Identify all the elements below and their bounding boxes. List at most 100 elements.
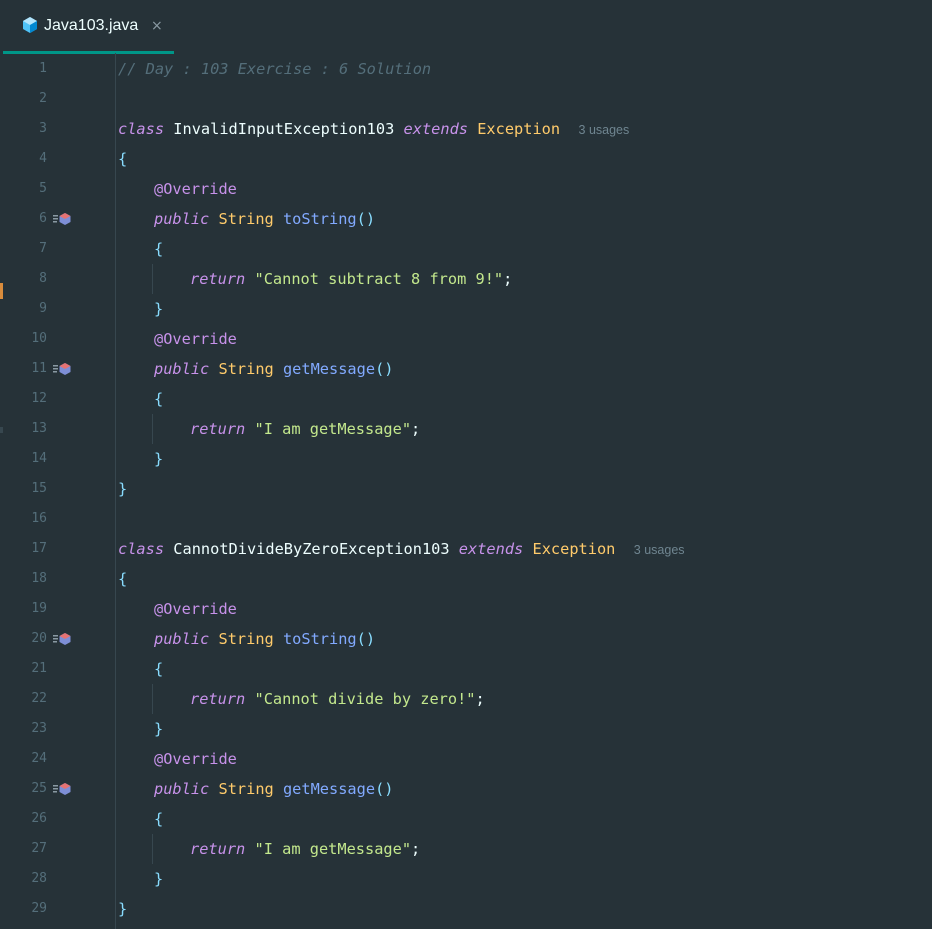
line-number: 13 bbox=[31, 421, 47, 436]
code-content: } bbox=[118, 474, 127, 504]
overrides-method-icon[interactable] bbox=[52, 362, 72, 376]
overrides-method-icon[interactable] bbox=[52, 212, 72, 226]
code-line[interactable]: 13 return "I am getMessage"; bbox=[0, 414, 932, 444]
line-number: 11 bbox=[31, 361, 47, 376]
code-content: return "I am getMessage"; bbox=[190, 834, 420, 864]
keyword-return: return bbox=[190, 270, 246, 288]
code-line[interactable]: 6 public String toString() bbox=[0, 204, 932, 234]
tab-java103[interactable]: Java103.java × bbox=[3, 0, 174, 54]
code-line[interactable]: 18 { bbox=[0, 564, 932, 594]
superclass-name: Exception bbox=[477, 120, 561, 138]
line-number: 1 bbox=[39, 61, 47, 76]
code-line[interactable]: 29} bbox=[0, 894, 932, 924]
annotation: @Override bbox=[154, 330, 237, 348]
code-line[interactable]: 20 public String toString() bbox=[0, 624, 932, 654]
method-name: toString bbox=[282, 210, 357, 228]
line-number: 15 bbox=[31, 481, 47, 496]
line-number: 10 bbox=[31, 331, 47, 346]
code-line[interactable]: 5 @Override bbox=[0, 174, 932, 204]
line-number: 24 bbox=[31, 751, 47, 766]
brace: { bbox=[118, 150, 128, 168]
method-name: getMessage bbox=[282, 360, 376, 378]
keyword-public: public bbox=[154, 630, 210, 648]
code-content: @Override bbox=[154, 174, 237, 204]
code-line[interactable]: 11 public String getMessage() bbox=[0, 354, 932, 384]
code-line[interactable]: 2 bbox=[0, 84, 932, 114]
keyword-class: class bbox=[118, 540, 165, 558]
code-content: } bbox=[154, 294, 163, 324]
keyword-extends: extends bbox=[458, 540, 524, 558]
code-content: { bbox=[154, 234, 163, 264]
line-number: 19 bbox=[31, 601, 47, 616]
superclass-name: Exception bbox=[532, 540, 616, 558]
code-line[interactable]: 27 return "I am getMessage"; bbox=[0, 834, 932, 864]
brace: } bbox=[154, 870, 164, 888]
code-line[interactable]: 10 @Override bbox=[0, 324, 932, 354]
tab-label: Java103.java bbox=[44, 17, 139, 34]
keyword-public: public bbox=[154, 210, 210, 228]
code-line[interactable]: 28} bbox=[0, 864, 932, 894]
string-literal: "I am getMessage" bbox=[254, 840, 412, 858]
line-number: 8 bbox=[39, 271, 47, 286]
semicolon: ; bbox=[503, 270, 513, 288]
code-line[interactable]: 23} bbox=[0, 714, 932, 744]
code-line[interactable]: 16 bbox=[0, 504, 932, 534]
code-line[interactable]: 17 class CannotDivideByZeroException103 e… bbox=[0, 534, 932, 564]
line-number: 6 bbox=[39, 211, 47, 226]
code-line[interactable]: 7{ bbox=[0, 234, 932, 264]
code-content: { bbox=[154, 804, 163, 834]
code-line[interactable]: 24 @Override bbox=[0, 744, 932, 774]
code-line[interactable]: 26 { bbox=[0, 804, 932, 834]
brace: } bbox=[154, 720, 164, 738]
indent-guide bbox=[152, 684, 153, 714]
code-line[interactable]: 12 { bbox=[0, 384, 932, 414]
code-line[interactable]: 22 return "Cannot divide by zero!"; bbox=[0, 684, 932, 714]
line-number: 20 bbox=[31, 631, 47, 646]
close-icon[interactable]: × bbox=[151, 16, 163, 36]
overrides-method-icon[interactable] bbox=[52, 632, 72, 646]
code-line[interactable]: 14} bbox=[0, 444, 932, 474]
return-type: String bbox=[218, 210, 274, 228]
brace: } bbox=[118, 480, 128, 498]
code-line[interactable]: 8 return "Cannot subtract 8 from 9!"; bbox=[0, 264, 932, 294]
code-line[interactable]: 19 @Override bbox=[0, 594, 932, 624]
brace: { bbox=[154, 810, 164, 828]
code-content: { bbox=[154, 384, 163, 414]
code-content: } bbox=[154, 864, 163, 894]
line-number: 5 bbox=[39, 181, 47, 196]
brace: } bbox=[154, 450, 164, 468]
usages-hint[interactable]: 3 usages bbox=[634, 543, 685, 557]
code-content: @Override bbox=[154, 324, 237, 354]
code-content: @Override bbox=[154, 744, 237, 774]
code-content: // Day : 103 Exercise : 6 Solution bbox=[118, 54, 431, 84]
string-literal: "I am getMessage" bbox=[254, 420, 412, 438]
code-content: return "Cannot divide by zero!"; bbox=[190, 684, 485, 714]
code-line[interactable]: 9} bbox=[0, 294, 932, 324]
method-name: toString bbox=[282, 630, 357, 648]
code-editor[interactable]: 1 // Day : 103 Exercise : 6 Solution 2 3 cla… bbox=[0, 53, 932, 929]
code-line[interactable]: 21 { bbox=[0, 654, 932, 684]
brace: { bbox=[118, 570, 128, 588]
code-line[interactable]: 4{ bbox=[0, 144, 932, 174]
code-line[interactable]: 15} bbox=[0, 474, 932, 504]
return-type: String bbox=[218, 360, 274, 378]
code-line[interactable]: 3 class InvalidInputException103 extends … bbox=[0, 114, 932, 144]
code-content: { bbox=[118, 144, 127, 174]
annotation: @Override bbox=[154, 750, 237, 768]
string-literal: "Cannot divide by zero!" bbox=[254, 690, 476, 708]
overrides-method-icon[interactable] bbox=[52, 782, 72, 796]
line-number: 22 bbox=[31, 691, 47, 706]
keyword-class: class bbox=[118, 120, 165, 138]
code-line[interactable]: 1 // Day : 103 Exercise : 6 Solution bbox=[0, 54, 932, 84]
annotation: @Override bbox=[154, 180, 237, 198]
return-type: String bbox=[218, 780, 274, 798]
class-name: CannotDivideByZeroException103 bbox=[173, 540, 450, 558]
keyword-public: public bbox=[154, 780, 210, 798]
usages-hint[interactable]: 3 usages bbox=[579, 123, 630, 137]
code-line[interactable]: 25 public String getMessage() bbox=[0, 774, 932, 804]
code-content: public String toString() bbox=[154, 204, 375, 234]
code-content: } bbox=[154, 444, 163, 474]
parentheses: () bbox=[356, 630, 376, 648]
line-number: 3 bbox=[39, 121, 47, 136]
semicolon: ; bbox=[411, 840, 421, 858]
